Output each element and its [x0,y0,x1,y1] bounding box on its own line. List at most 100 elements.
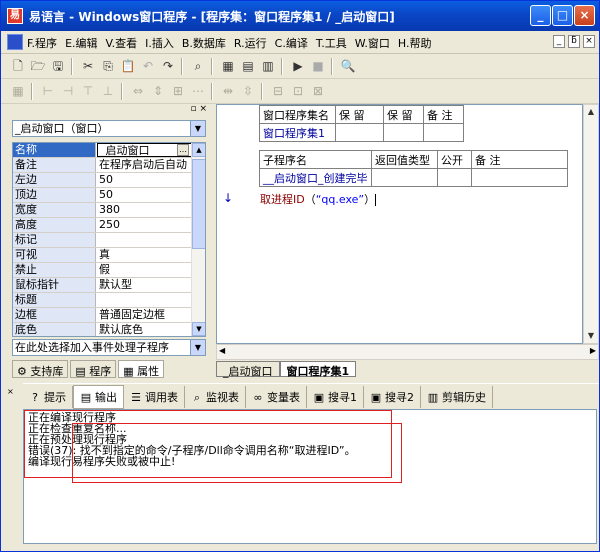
redo-icon[interactable]: ↷ [159,58,177,75]
scroll-up-icon[interactable]: ▲ [584,105,598,119]
table-cell[interactable] [471,168,568,187]
menu-program[interactable]: F.程序 [27,35,57,51]
property-value[interactable] [97,293,192,307]
property-row[interactable]: 边框 普通固定边框 [13,308,205,323]
property-value[interactable]: 假 [97,263,192,277]
property-value[interactable]: 380 [97,203,192,217]
align-left-icon[interactable]: ⊢ [39,83,57,100]
tab-search1[interactable]: ▣ 搜寻1 [307,385,364,408]
property-row[interactable]: 左边 50 [13,173,205,188]
property-value[interactable] [97,233,192,247]
center-v-icon[interactable]: ⊡ [289,83,307,100]
center-h-icon[interactable]: ⊟ [269,83,287,100]
menu-tools[interactable]: T.工具 [316,35,347,51]
property-value[interactable]: 真 [97,248,192,262]
mdi-close-button[interactable]: × [583,35,595,48]
menu-insert[interactable]: I.插入 [145,35,174,51]
same-height-icon[interactable]: ⇕ [149,83,167,100]
form-layout-icon[interactable]: ▤ [239,58,257,75]
event-selector[interactable]: 在此处选择加入事件处理子程序 ▼ [12,339,206,356]
run-icon[interactable]: ▶ [289,58,307,75]
scroll-down-icon[interactable]: ▼ [584,329,598,343]
property-value[interactable]: 50 [97,188,192,202]
property-row[interactable]: 顶边 50 [13,188,205,203]
output-text-area[interactable]: 正在编译现行程序 正在检查重复名称... 正在预处理现行程序 错误(37): 找… [23,409,597,544]
center-both-icon[interactable]: ⊠ [309,83,327,100]
undo-icon[interactable]: ↶ [139,58,157,75]
property-row[interactable]: 禁止假 [13,263,205,278]
tab-assembly[interactable]: 窗口程序集1 [279,361,357,378]
maximize-button[interactable]: □ [552,5,573,26]
property-row[interactable]: 高度 250 [13,218,205,233]
binoculars-icon[interactable]: 🔍 [339,58,357,75]
property-value[interactable]: 默认型 [97,278,192,292]
menu-window[interactable]: W.窗口 [355,35,390,51]
scroll-thumb[interactable] [192,159,205,249]
cut-icon[interactable]: ✂ [79,58,97,75]
tab-search2[interactable]: ▣ 搜寻2 [364,385,421,408]
new-file-icon[interactable]: 🗋 [9,58,27,75]
property-value[interactable]: 默认底色 [97,323,192,336]
close-button[interactable]: × [574,5,595,26]
align-top-icon[interactable]: ⊥ [99,83,117,100]
align-center-icon[interactable]: ⊣ [59,83,77,100]
property-value[interactable]: 在程序启动后自动 [97,158,192,172]
property-row[interactable]: 可视真 [13,248,205,263]
tab-clip-history[interactable]: ▥ 剪辑历史 [421,385,493,408]
chevron-down-icon[interactable]: ▼ [190,340,205,355]
scroll-left-icon[interactable]: ◀ [219,346,225,355]
chevron-down-icon[interactable]: ▼ [190,121,205,136]
tab-output[interactable]: ▤ 输出 [73,384,124,409]
tab-hint[interactable]: ? 提示 [23,385,73,408]
table-cell[interactable]: __启动窗口_创建完毕 [259,168,372,187]
mdi-restore-button[interactable]: ƃ [568,35,580,48]
tab-support-library[interactable]: ⚙ 支持库 [12,360,69,378]
panel-close-icon[interactable]: ▫ × [190,104,207,114]
property-row[interactable]: 鼠标指针 默认型 [13,278,205,293]
h-space-icon[interactable]: ⇹ [219,83,237,100]
window-layout-icon[interactable]: ▦ [219,58,237,75]
property-value[interactable]: 普通固定边框 [97,308,192,322]
table-cell[interactable] [371,168,438,187]
table-cell[interactable]: 窗口程序集1 [259,123,336,142]
align-right-icon[interactable]: ⊤ [79,83,97,100]
property-row[interactable]: 底色 默认底色 [13,323,205,336]
tab-watch[interactable]: ⌕ 监视表 [185,385,246,408]
table-cell[interactable] [383,123,424,142]
scroll-down-icon[interactable]: ▼ [192,322,205,336]
property-value[interactable]: 50 [97,173,192,187]
editor-horizontal-scrollbar[interactable]: ◀ ▶ [216,344,599,360]
table-cell[interactable] [437,168,472,187]
tab-properties[interactable]: ▦ 属性 [118,360,165,378]
scroll-right-icon[interactable]: ▶ [590,346,596,355]
minimize-button[interactable]: _ [530,5,551,26]
tab-call-table[interactable]: ☰ 调用表 [124,385,185,408]
find-icon[interactable]: ⌕ [189,58,207,75]
grid-layout-icon[interactable]: ▥ [259,58,277,75]
menu-help[interactable]: H.帮助 [398,35,432,51]
align-grid-icon[interactable]: ▦ [9,83,27,100]
mdi-minimize-button[interactable]: _ [553,35,565,48]
ellipsis-icon[interactable]: … [177,144,189,156]
menu-database[interactable]: B.数据库 [182,35,226,51]
output-panel-close-icon[interactable]: × [7,387,19,407]
v-space-icon[interactable]: ⇳ [239,83,257,100]
copy-icon[interactable]: ⎘ [99,58,117,75]
same-width-icon[interactable]: ⇔ [129,83,147,100]
save-icon[interactable]: 🖫 [49,58,67,75]
editor-vertical-scrollbar[interactable]: ▲ ▼ [583,104,599,344]
code-editor[interactable]: 窗口程序集名 保 留 保 留 备 注 窗口程序集1 子程序名 返回值类型 公开 … [216,104,583,344]
same-size-icon[interactable]: ⊞ [169,83,187,100]
code-line[interactable]: 取进程ID（“qq.exe”） [260,191,377,207]
open-folder-icon[interactable]: 🗁 [29,58,47,75]
table-cell[interactable] [335,123,384,142]
scroll-up-icon[interactable]: ▲ [192,143,205,157]
space-equal-icon[interactable]: ⋯ [189,83,207,100]
property-row[interactable]: 备注 在程序启动后自动 [13,158,205,173]
menu-edit[interactable]: E.编辑 [65,35,97,51]
property-row[interactable]: 名称 _启动窗口… [13,143,205,158]
property-value[interactable]: 250 [97,218,192,232]
table-cell[interactable] [423,123,464,142]
tab-program[interactable]: ▤ 程序 [70,360,117,378]
paste-icon[interactable]: 📋 [119,58,137,75]
